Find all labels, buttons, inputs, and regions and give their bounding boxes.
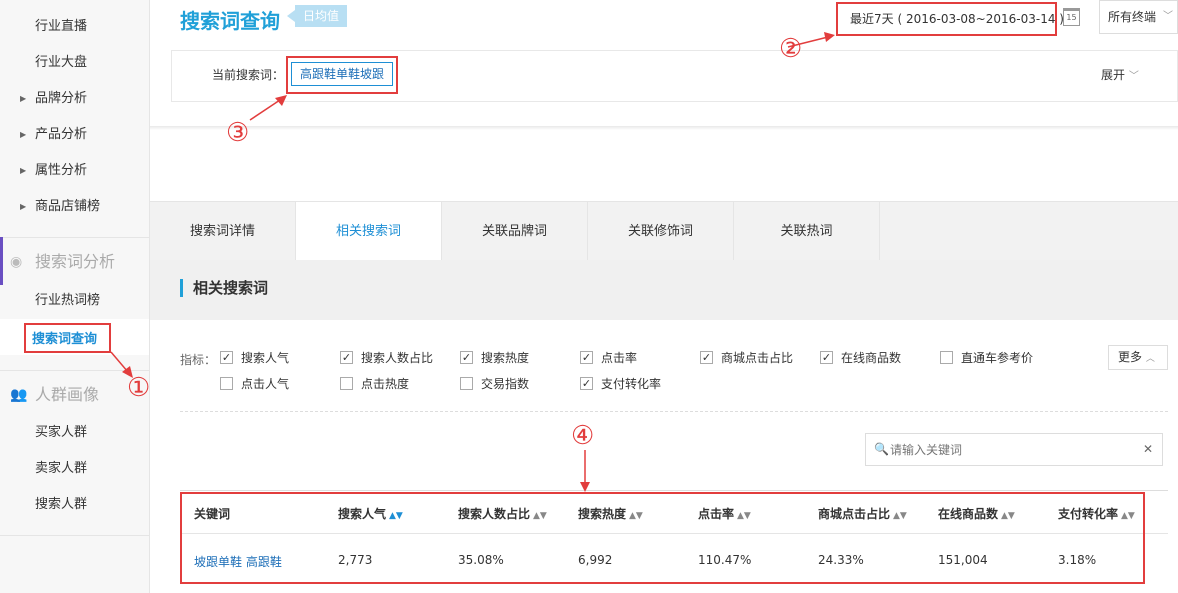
annotation-arrows [110, 32, 835, 492]
annotation-4: ④ [571, 421, 595, 451]
annotation-3: ③ [226, 118, 250, 148]
annotation-1: ① [127, 373, 151, 403]
annotation-2: ② [779, 34, 803, 64]
